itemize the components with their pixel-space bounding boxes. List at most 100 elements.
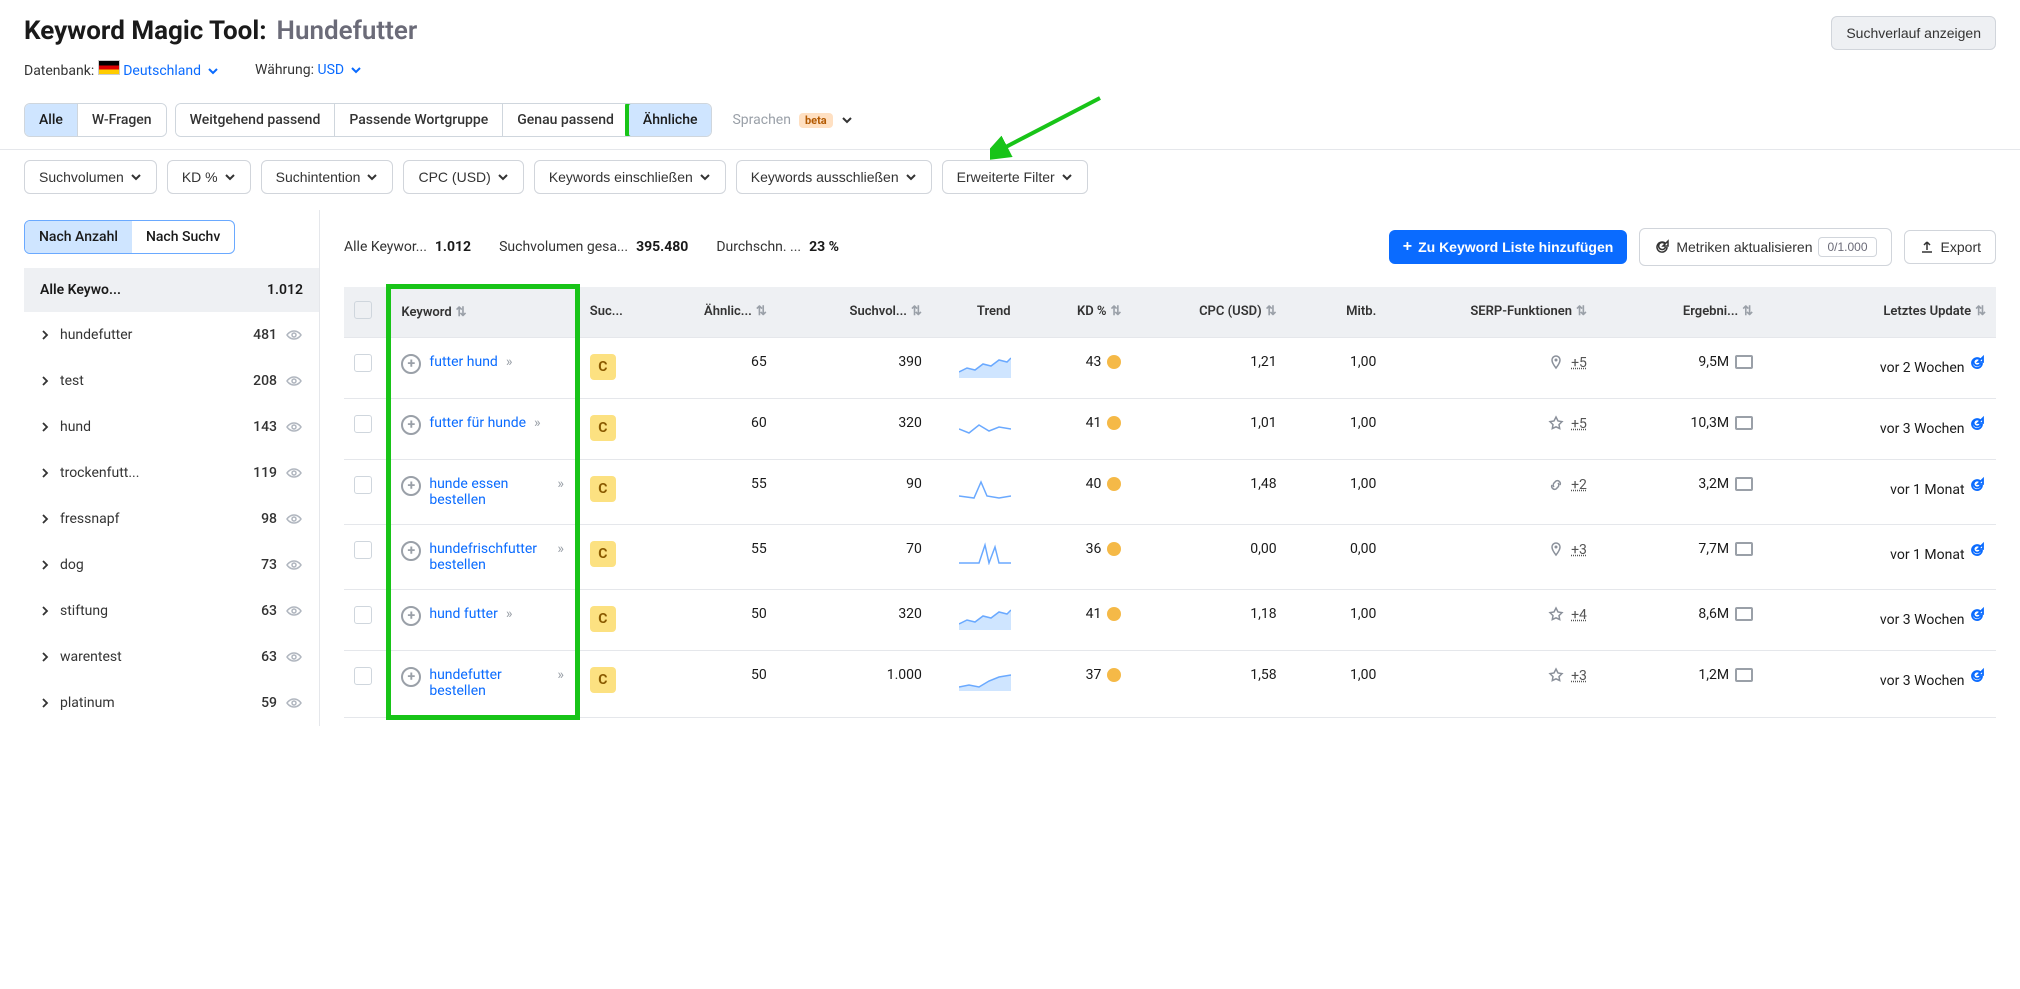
eye-icon[interactable] (285, 648, 303, 666)
filter-intent[interactable]: Suchintention (261, 160, 394, 194)
sidebar-group-item[interactable]: stiftung63 (24, 588, 319, 634)
refresh-row-icon[interactable] (1968, 354, 1986, 372)
col-volume[interactable]: Suchvol... (850, 304, 907, 319)
sidebar-group-item[interactable]: hund143 (24, 404, 319, 450)
keyword-link[interactable]: hundefutter bestellen (429, 667, 549, 699)
row-checkbox[interactable] (354, 606, 372, 624)
filter-kd[interactable]: KD % (167, 160, 251, 194)
serp-snapshot-icon[interactable] (1735, 355, 1753, 369)
filter-cpc[interactable]: CPC (USD) (403, 160, 523, 194)
eye-icon[interactable] (285, 510, 303, 528)
eye-icon[interactable] (285, 694, 303, 712)
serp-snapshot-icon[interactable] (1735, 477, 1753, 491)
serp-features[interactable]: +3 (1547, 667, 1587, 685)
add-keyword-icon[interactable]: + (401, 476, 421, 496)
sidebar-group-item[interactable]: trockenfutt...119 (24, 450, 319, 496)
expand-icon[interactable]: » (534, 415, 541, 431)
filter-volume[interactable]: Suchvolumen (24, 160, 157, 194)
col-results[interactable]: Ergebni... (1683, 304, 1738, 319)
add-keyword-icon[interactable]: + (401, 541, 421, 561)
sidebar-all-row[interactable]: Alle Keywo... 1.012 (24, 268, 319, 312)
col-updated[interactable]: Letztes Update (1883, 304, 1971, 319)
refresh-row-icon[interactable] (1968, 606, 1986, 624)
summary-avg-value: 23 % (809, 239, 839, 255)
serp-snapshot-icon[interactable] (1735, 542, 1753, 556)
eye-icon[interactable] (285, 326, 303, 344)
eye-icon[interactable] (285, 418, 303, 436)
serp-snapshot-icon[interactable] (1735, 607, 1753, 621)
row-checkbox[interactable] (354, 541, 372, 559)
col-similar[interactable]: Ähnlic... (704, 304, 752, 319)
expand-icon[interactable]: » (506, 354, 513, 370)
row-checkbox[interactable] (354, 354, 372, 372)
add-keyword-icon[interactable]: + (401, 667, 421, 687)
currency-selector[interactable]: Währung: USD (255, 62, 362, 78)
serp-snapshot-icon[interactable] (1735, 668, 1753, 682)
row-checkbox[interactable] (354, 476, 372, 494)
add-to-list-button[interactable]: +Zu Keyword Liste hinzufügen (1389, 230, 1628, 264)
keyword-link[interactable]: hund futter (429, 606, 497, 622)
select-all-checkbox[interactable] (354, 301, 372, 319)
col-serp[interactable]: SERP-Funktionen (1470, 304, 1572, 319)
col-trend[interactable]: Trend (977, 304, 1011, 319)
keyword-groups-sidebar: Nach Anzahl Nach Suchv Alle Keywo... 1.0… (0, 210, 320, 726)
tab-all[interactable]: Alle (25, 104, 78, 136)
eye-icon[interactable] (285, 556, 303, 574)
sidebar-group-item[interactable]: dog73 (24, 542, 319, 588)
col-comp[interactable]: Mitb. (1346, 304, 1376, 319)
db-selector[interactable]: Datenbank: Deutschland (24, 60, 219, 79)
sidebar-group-item[interactable]: hundefutter481 (24, 312, 319, 358)
tab-exact[interactable]: Genau passend (503, 104, 629, 136)
export-button[interactable]: Export (1904, 230, 1996, 264)
col-intent[interactable]: Suc... (590, 304, 623, 319)
add-keyword-icon[interactable]: + (401, 606, 421, 626)
refresh-row-icon[interactable] (1968, 476, 1986, 494)
filter-advanced[interactable]: Erweiterte Filter (942, 160, 1088, 194)
keyword-link[interactable]: hundefrischfutter bestellen (429, 541, 549, 573)
sidebar-group-item[interactable]: warentest63 (24, 634, 319, 680)
refresh-row-icon[interactable] (1968, 415, 1986, 433)
eye-icon[interactable] (285, 602, 303, 620)
refresh-metrics-button[interactable]: Metriken aktualisieren 0/1.000 (1639, 228, 1891, 266)
sidebar-group-item[interactable]: platinum59 (24, 680, 319, 726)
add-keyword-icon[interactable]: + (401, 415, 421, 435)
expand-icon[interactable]: » (506, 606, 513, 622)
add-keyword-icon[interactable]: + (401, 354, 421, 374)
expand-icon[interactable]: » (557, 667, 564, 683)
eye-icon[interactable] (285, 464, 303, 482)
updated-value: vor 1 Monat (1763, 459, 1996, 524)
refresh-row-icon[interactable] (1968, 541, 1986, 559)
keyword-link[interactable]: hunde essen bestellen (429, 476, 549, 508)
serp-features[interactable]: +5 (1547, 354, 1587, 372)
filter-exclude[interactable]: Keywords ausschließen (736, 160, 932, 194)
refresh-row-icon[interactable] (1968, 667, 1986, 685)
serp-features[interactable]: +3 (1547, 541, 1587, 559)
sidebar-group-item[interactable]: test208 (24, 358, 319, 404)
row-checkbox[interactable] (354, 415, 372, 433)
serp-features[interactable]: +2 (1547, 476, 1587, 494)
secondary-filters: Suchvolumen KD % Suchintention CPC (USD)… (0, 150, 2020, 210)
serp-features[interactable]: +4 (1547, 606, 1587, 624)
col-keyword[interactable]: Keyword (401, 305, 451, 320)
expand-icon[interactable]: » (557, 476, 564, 492)
keyword-link[interactable]: futter für hunde (429, 415, 526, 431)
filter-include[interactable]: Keywords einschließen (534, 160, 726, 194)
similar-value: 65 (655, 337, 777, 398)
sort-by-volume[interactable]: Nach Suchv (132, 221, 234, 253)
history-button[interactable]: Suchverlauf anzeigen (1831, 16, 1996, 50)
tab-broad[interactable]: Weitgehend passend (176, 104, 336, 136)
row-checkbox[interactable] (354, 667, 372, 685)
tab-related[interactable]: Ähnliche (625, 103, 713, 137)
eye-icon[interactable] (285, 372, 303, 390)
serp-snapshot-icon[interactable] (1735, 416, 1753, 430)
tab-phrase[interactable]: Passende Wortgruppe (335, 104, 503, 136)
expand-icon[interactable]: » (557, 541, 564, 557)
col-cpc[interactable]: CPC (USD) (1199, 304, 1262, 319)
languages-dropdown[interactable]: Sprachen beta (720, 112, 852, 128)
tab-questions[interactable]: W-Fragen (78, 104, 166, 136)
serp-features[interactable]: +5 (1547, 415, 1587, 433)
keyword-link[interactable]: futter hund (429, 354, 497, 370)
sidebar-group-item[interactable]: fressnapf98 (24, 496, 319, 542)
sort-by-count[interactable]: Nach Anzahl (25, 221, 132, 253)
col-kd[interactable]: KD % (1077, 304, 1107, 319)
